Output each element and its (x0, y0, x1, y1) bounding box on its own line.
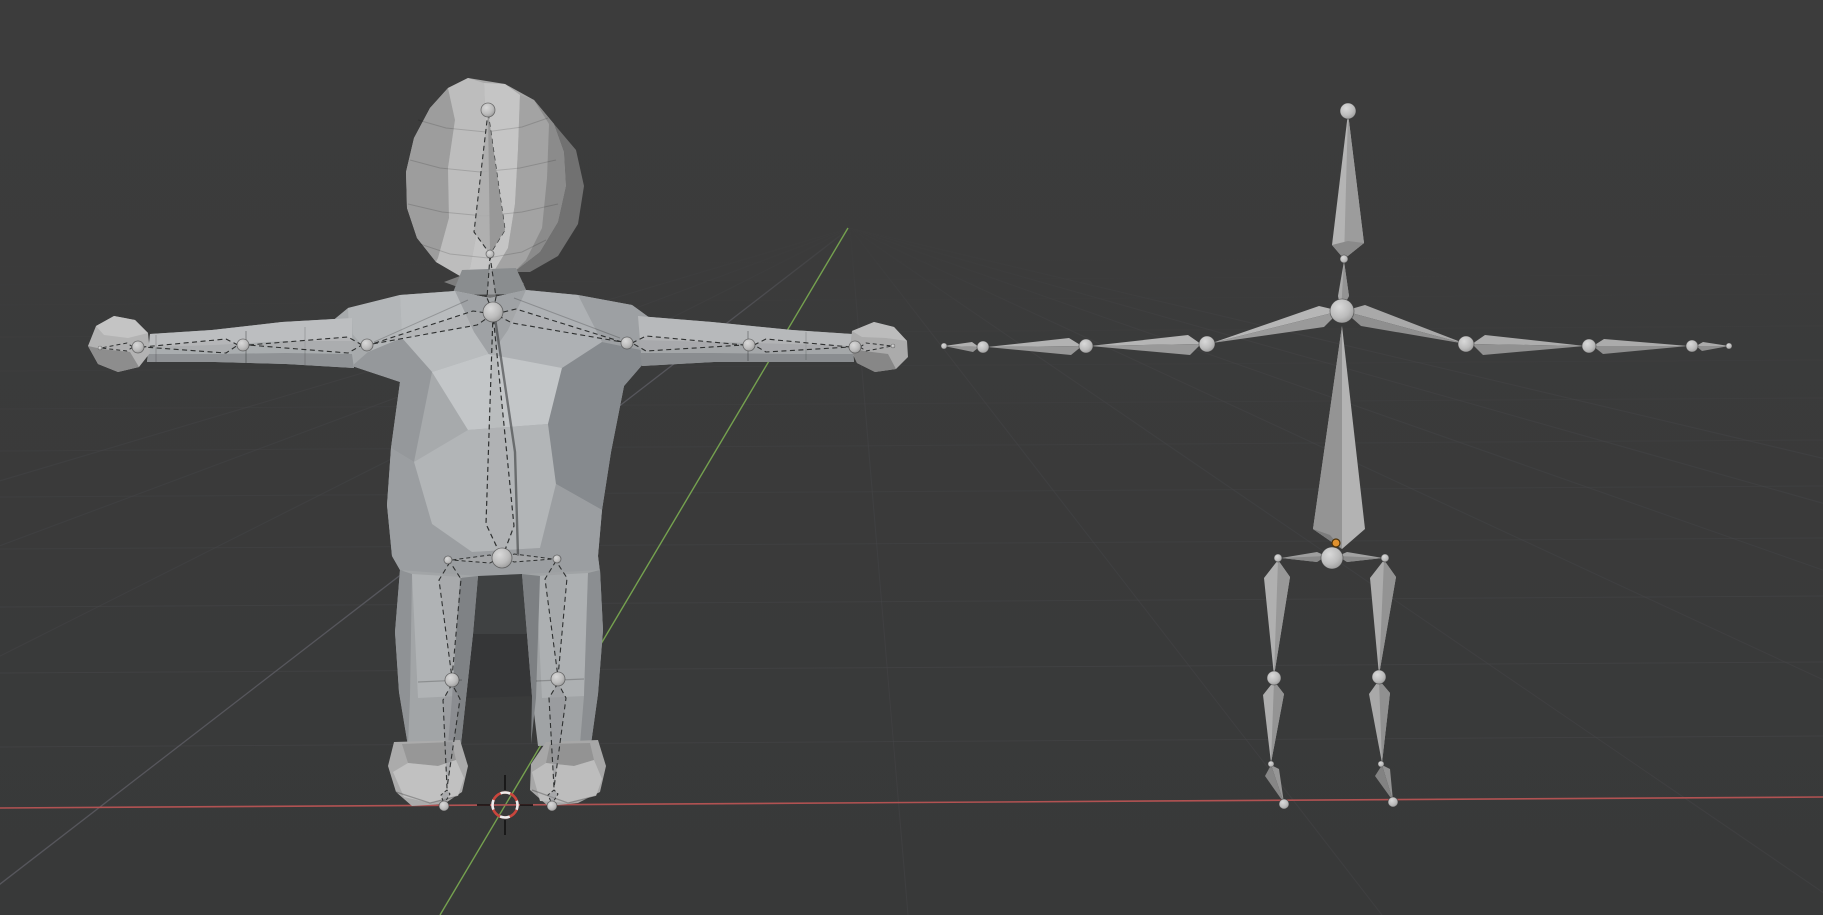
viewport-background[interactable] (0, 0, 1823, 915)
horizon-fade (0, 222, 1823, 337)
viewport-3d-scene[interactable] (0, 0, 1823, 915)
object-origin-dot (1332, 539, 1340, 547)
blender-viewport[interactable] (0, 0, 1823, 915)
